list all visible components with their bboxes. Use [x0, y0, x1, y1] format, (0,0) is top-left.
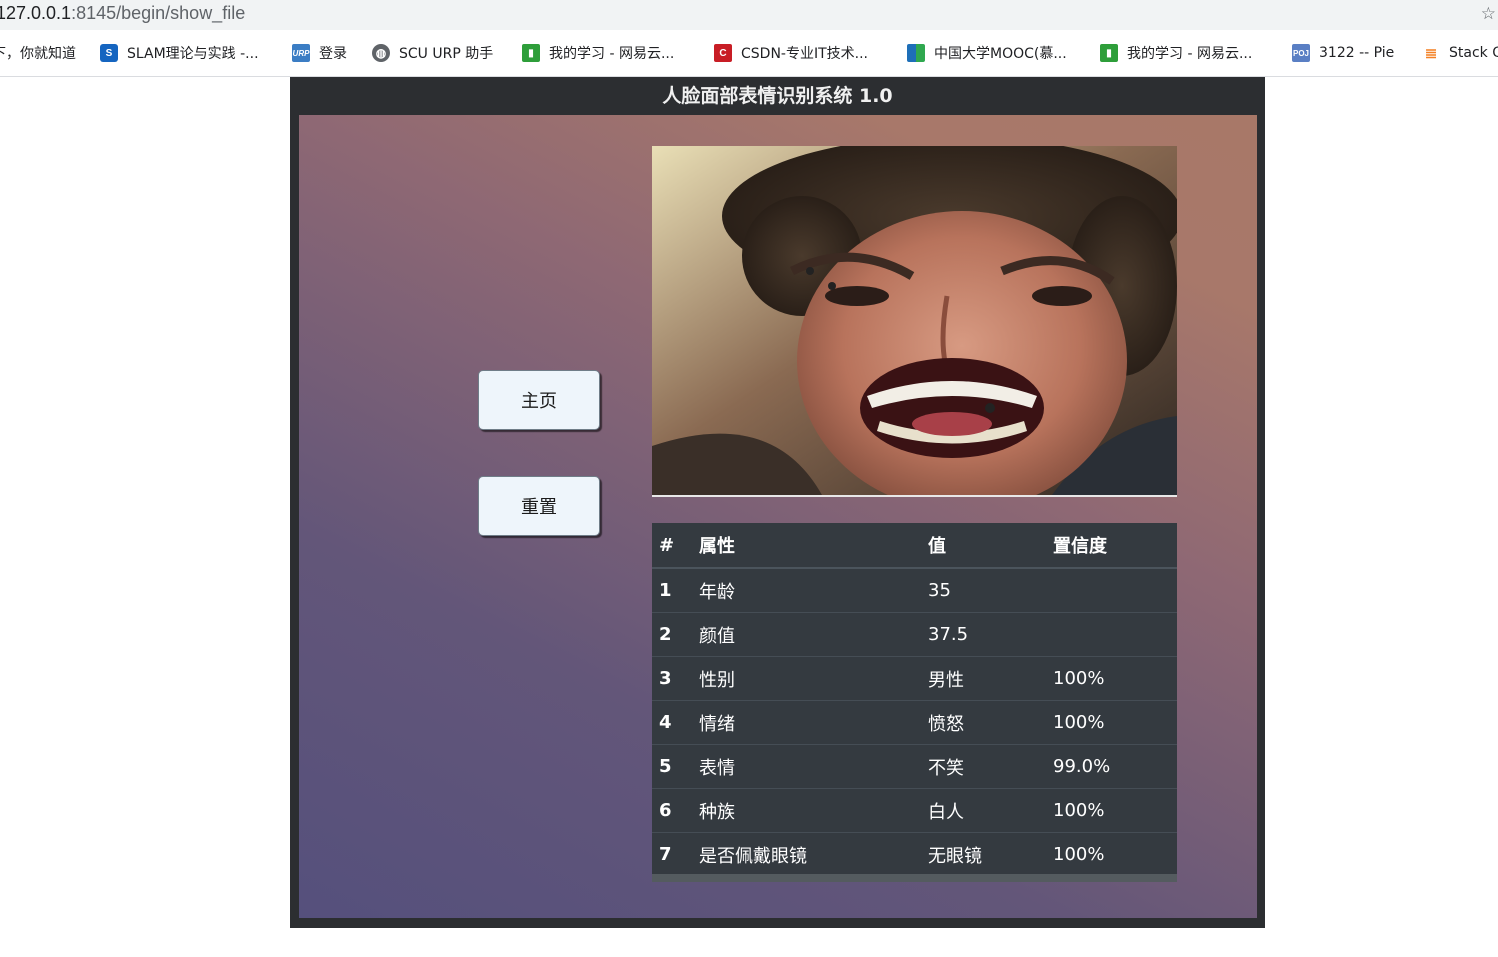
url-host: 127.0.0.1 — [0, 3, 72, 23]
bookmark-item[interactable]: ≣ Stack O — [1422, 42, 1498, 64]
bookmark-star-icon[interactable]: ☆ — [1481, 4, 1496, 24]
reset-button[interactable]: 重置 — [478, 476, 600, 536]
bookmark-label: CSDN-专业IT技术... — [741, 46, 868, 62]
bookmark-item[interactable]: 中国大学MOOC(慕... — [907, 42, 1067, 64]
row-confidence: 100% — [1053, 700, 1177, 745]
bookmark-label: 3122 -- Pie — [1319, 45, 1395, 61]
row-attribute: 是否佩戴眼镜 — [699, 832, 928, 876]
bookmark-label: Stack O — [1449, 45, 1498, 61]
bookmark-item[interactable]: S SLAM理论与实践 -... — [100, 42, 259, 64]
csdn-icon: C — [714, 44, 732, 62]
netease-study-icon: ▮ — [1100, 44, 1118, 62]
bookmarks-bar: 下，你就知道 S SLAM理论与实践 -... URP 登录 ◍ SCU URP… — [0, 30, 1498, 77]
row-confidence: 100% — [1053, 832, 1177, 876]
row-value: 男性 — [928, 656, 1053, 701]
row-value: 无眼镜 — [928, 832, 1053, 876]
poj-icon: POJ — [1292, 44, 1310, 62]
attribute-table: # 属性 值 置信度 1 年龄 35 2 颜值 37.5 3 性别 男性 100… — [652, 523, 1177, 876]
row-attribute: 年龄 — [699, 567, 928, 613]
column-header-index: # — [652, 523, 699, 569]
row-index: 7 — [652, 832, 699, 876]
bookmark-item[interactable]: ▮ 我的学习 - 网易云... — [1100, 42, 1252, 64]
row-index: 2 — [652, 612, 699, 657]
bookmark-label: 我的学习 - 网易云... — [1127, 46, 1253, 62]
row-attribute: 颜值 — [699, 612, 928, 657]
dollar-s-icon: S — [100, 44, 118, 62]
row-confidence — [1053, 567, 1177, 613]
main-panel: 主页 重置 # 属性 值 置信度 1 年龄 35 2 颜值 37.5 3 性别 … — [299, 115, 1257, 918]
page-title: 人脸面部表情识别系统 1.0 — [662, 85, 893, 107]
url-path: :8145/begin/show_file — [71, 3, 246, 23]
column-header-confidence: 置信度 — [1053, 523, 1177, 569]
row-index: 4 — [652, 700, 699, 745]
row-index: 1 — [652, 567, 699, 613]
bookmark-label: SLAM理论与实践 -... — [127, 46, 259, 62]
row-index: 5 — [652, 744, 699, 789]
table-row: 4 情绪 愤怒 100% — [652, 700, 1177, 745]
row-confidence: 100% — [1053, 788, 1177, 833]
home-button[interactable]: 主页 — [478, 370, 600, 430]
app-frame: 人脸面部表情识别系统 1.0 主页 重置 # 属性 值 置信度 1 年龄 35 … — [290, 77, 1265, 928]
table-footer-bar — [652, 874, 1177, 882]
column-header-value: 值 — [928, 523, 1053, 569]
bookmark-label: 下，你就知道 — [0, 46, 76, 62]
stackoverflow-icon: ≣ — [1424, 45, 1438, 62]
row-attribute: 表情 — [699, 744, 928, 789]
table-row: 7 是否佩戴眼镜 无眼镜 100% — [652, 832, 1177, 876]
netease-study-icon: ▮ — [522, 44, 540, 62]
mooc-icon — [907, 44, 925, 62]
url-text[interactable]: 127.0.0.1:8145/begin/show_file — [0, 3, 245, 24]
table-row: 2 颜值 37.5 — [652, 612, 1177, 657]
bookmark-label: 我的学习 - 网易云... — [549, 46, 675, 62]
row-value: 白人 — [928, 788, 1053, 833]
row-value: 35 — [928, 567, 1053, 613]
row-confidence: 100% — [1053, 656, 1177, 701]
row-confidence: 99.0% — [1053, 744, 1177, 789]
row-index: 3 — [652, 656, 699, 701]
bookmark-item[interactable]: URP 登录 — [292, 42, 347, 64]
bookmark-item[interactable]: C CSDN-专业IT技术... — [714, 42, 868, 64]
row-value: 不笑 — [928, 744, 1053, 789]
bookmark-item[interactable]: ▮ 我的学习 - 网易云... — [522, 42, 674, 64]
bookmark-label: SCU URP 助手 — [399, 46, 494, 62]
table-row: 5 表情 不笑 99.0% — [652, 744, 1177, 789]
browser-address-bar[interactable]: 127.0.0.1:8145/begin/show_file ☆ — [0, 0, 1498, 30]
row-index: 6 — [652, 788, 699, 833]
bookmark-item[interactable]: 下，你就知道 — [0, 42, 76, 64]
row-value: 愤怒 — [928, 700, 1053, 745]
table-row: 1 年龄 35 — [652, 567, 1177, 613]
table-row: 6 种族 白人 100% — [652, 788, 1177, 833]
row-value: 37.5 — [928, 612, 1053, 657]
table-header-row: # 属性 值 置信度 — [652, 523, 1177, 569]
table-row: 3 性别 男性 100% — [652, 656, 1177, 701]
globe-icon: ◍ — [372, 44, 390, 62]
uploaded-face-photo — [652, 146, 1177, 497]
row-attribute: 种族 — [699, 788, 928, 833]
bookmark-item[interactable]: ◍ SCU URP 助手 — [372, 42, 493, 64]
bookmark-label: 登录 — [319, 46, 347, 62]
column-header-attribute: 属性 — [699, 523, 928, 569]
bookmark-label: 中国大学MOOC(慕... — [934, 46, 1067, 62]
row-confidence — [1053, 612, 1177, 657]
bookmark-item[interactable]: POJ 3122 -- Pie — [1292, 42, 1394, 64]
row-attribute: 性别 — [699, 656, 928, 701]
urp-icon: URP — [292, 44, 310, 62]
row-attribute: 情绪 — [699, 700, 928, 745]
